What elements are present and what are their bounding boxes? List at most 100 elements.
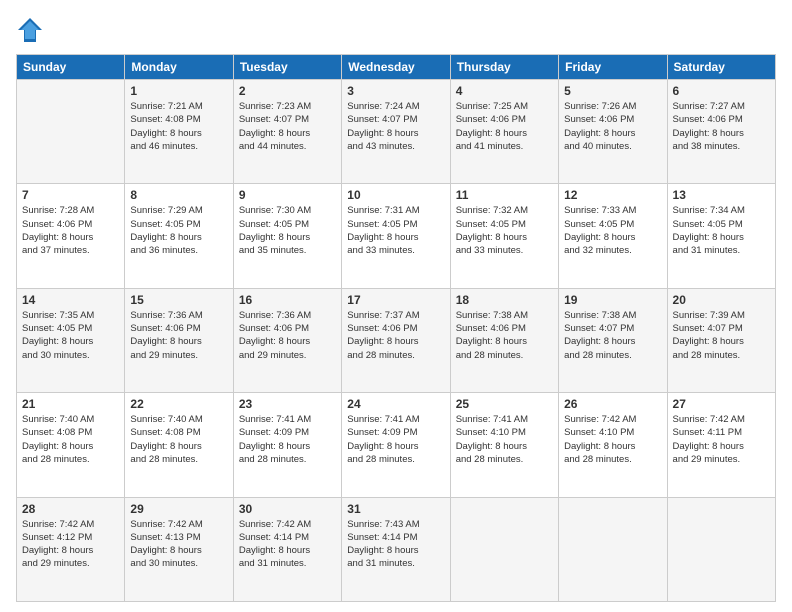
calendar-cell: 8 Sunrise: 7:29 AM Sunset: 4:05 PM Daylig… xyxy=(125,184,233,288)
calendar-cell: 17 Sunrise: 7:37 AM Sunset: 4:06 PM Dayli… xyxy=(342,288,450,392)
calendar-cell: 2Sunrise: 7:23 AM Sunset: 4:07 PM Daylig… xyxy=(233,80,341,184)
day-info: Sunrise: 7:40 AM Sunset: 4:08 PM Dayligh… xyxy=(130,413,227,466)
day-info: Sunrise: 7:42 AM Sunset: 4:11 PM Dayligh… xyxy=(673,413,770,466)
day-info: Sunrise: 7:34 AM Sunset: 4:05 PM Dayligh… xyxy=(673,204,770,257)
day-info: Sunrise: 7:38 AM Sunset: 4:07 PM Dayligh… xyxy=(564,309,661,362)
day-number: 17 xyxy=(347,293,444,307)
calendar-week-row: 14 Sunrise: 7:35 AM Sunset: 4:05 PM Dayli… xyxy=(17,288,776,392)
day-info: Sunrise: 7:24 AM Sunset: 4:07 PM Dayligh… xyxy=(347,100,444,153)
day-number: 28 xyxy=(22,502,119,516)
day-number: 7 xyxy=(22,188,119,202)
calendar-cell: 11Sunrise: 7:32 AM Sunset: 4:05 PM Dayli… xyxy=(450,184,558,288)
day-number: 10 xyxy=(347,188,444,202)
day-info: Sunrise: 7:36 AM Sunset: 4:06 PM Dayligh… xyxy=(130,309,227,362)
weekday-header: Monday xyxy=(125,55,233,80)
weekday-header: Wednesday xyxy=(342,55,450,80)
calendar-cell: 26 Sunrise: 7:42 AM Sunset: 4:10 PM Dayli… xyxy=(559,393,667,497)
calendar-cell: 9Sunrise: 7:30 AM Sunset: 4:05 PM Daylig… xyxy=(233,184,341,288)
day-number: 29 xyxy=(130,502,227,516)
weekday-header: Tuesday xyxy=(233,55,341,80)
calendar-week-row: 21 Sunrise: 7:40 AM Sunset: 4:08 PM Dayli… xyxy=(17,393,776,497)
logo xyxy=(16,16,46,44)
day-number: 15 xyxy=(130,293,227,307)
day-info: Sunrise: 7:41 AM Sunset: 4:09 PM Dayligh… xyxy=(347,413,444,466)
day-info: Sunrise: 7:42 AM Sunset: 4:10 PM Dayligh… xyxy=(564,413,661,466)
calendar-cell: 25 Sunrise: 7:41 AM Sunset: 4:10 PM Dayli… xyxy=(450,393,558,497)
calendar-cell: 27 Sunrise: 7:42 AM Sunset: 4:11 PM Dayli… xyxy=(667,393,775,497)
calendar-cell: 1 Sunrise: 7:21 AM Sunset: 4:08 PM Daylig… xyxy=(125,80,233,184)
calendar-cell: 7 Sunrise: 7:28 AM Sunset: 4:06 PM Daylig… xyxy=(17,184,125,288)
day-number: 27 xyxy=(673,397,770,411)
calendar-container: SundayMondayTuesdayWednesdayThursdayFrid… xyxy=(0,0,792,612)
day-info: Sunrise: 7:42 AM Sunset: 4:12 PM Dayligh… xyxy=(22,518,119,571)
day-number: 1 xyxy=(130,84,227,98)
day-number: 23 xyxy=(239,397,336,411)
calendar-cell: 15 Sunrise: 7:36 AM Sunset: 4:06 PM Dayli… xyxy=(125,288,233,392)
calendar-cell: 4Sunrise: 7:25 AM Sunset: 4:06 PM Daylig… xyxy=(450,80,558,184)
calendar-cell: 10 Sunrise: 7:31 AM Sunset: 4:05 PM Dayli… xyxy=(342,184,450,288)
day-number: 14 xyxy=(22,293,119,307)
day-info: Sunrise: 7:41 AM Sunset: 4:09 PM Dayligh… xyxy=(239,413,336,466)
calendar-week-row: 1 Sunrise: 7:21 AM Sunset: 4:08 PM Daylig… xyxy=(17,80,776,184)
day-info: Sunrise: 7:43 AM Sunset: 4:14 PM Dayligh… xyxy=(347,518,444,571)
day-info: Sunrise: 7:28 AM Sunset: 4:06 PM Dayligh… xyxy=(22,204,119,257)
weekday-header: Thursday xyxy=(450,55,558,80)
calendar-cell: 19 Sunrise: 7:38 AM Sunset: 4:07 PM Dayli… xyxy=(559,288,667,392)
calendar-cell: 14 Sunrise: 7:35 AM Sunset: 4:05 PM Dayli… xyxy=(17,288,125,392)
calendar-cell: 23 Sunrise: 7:41 AM Sunset: 4:09 PM Dayli… xyxy=(233,393,341,497)
calendar-cell: 12 Sunrise: 7:33 AM Sunset: 4:05 PM Dayli… xyxy=(559,184,667,288)
day-info: Sunrise: 7:23 AM Sunset: 4:07 PM Dayligh… xyxy=(239,100,336,153)
day-number: 21 xyxy=(22,397,119,411)
day-info: Sunrise: 7:41 AM Sunset: 4:10 PM Dayligh… xyxy=(456,413,553,466)
day-number: 5 xyxy=(564,84,661,98)
calendar-cell xyxy=(450,497,558,601)
day-number: 30 xyxy=(239,502,336,516)
day-info: Sunrise: 7:31 AM Sunset: 4:05 PM Dayligh… xyxy=(347,204,444,257)
day-info: Sunrise: 7:39 AM Sunset: 4:07 PM Dayligh… xyxy=(673,309,770,362)
day-info: Sunrise: 7:33 AM Sunset: 4:05 PM Dayligh… xyxy=(564,204,661,257)
weekday-header-row: SundayMondayTuesdayWednesdayThursdayFrid… xyxy=(17,55,776,80)
day-number: 12 xyxy=(564,188,661,202)
day-number: 3 xyxy=(347,84,444,98)
day-info: Sunrise: 7:26 AM Sunset: 4:06 PM Dayligh… xyxy=(564,100,661,153)
day-info: Sunrise: 7:42 AM Sunset: 4:13 PM Dayligh… xyxy=(130,518,227,571)
day-number: 22 xyxy=(130,397,227,411)
day-info: Sunrise: 7:35 AM Sunset: 4:05 PM Dayligh… xyxy=(22,309,119,362)
calendar-cell: 24 Sunrise: 7:41 AM Sunset: 4:09 PM Dayli… xyxy=(342,393,450,497)
calendar-cell: 18Sunrise: 7:38 AM Sunset: 4:06 PM Dayli… xyxy=(450,288,558,392)
day-number: 19 xyxy=(564,293,661,307)
day-info: Sunrise: 7:32 AM Sunset: 4:05 PM Dayligh… xyxy=(456,204,553,257)
day-info: Sunrise: 7:25 AM Sunset: 4:06 PM Dayligh… xyxy=(456,100,553,153)
calendar-table: SundayMondayTuesdayWednesdayThursdayFrid… xyxy=(16,54,776,602)
logo-icon xyxy=(16,16,44,44)
calendar-cell: 28 Sunrise: 7:42 AM Sunset: 4:12 PM Dayli… xyxy=(17,497,125,601)
calendar-cell: 30 Sunrise: 7:42 AM Sunset: 4:14 PM Dayli… xyxy=(233,497,341,601)
day-number: 24 xyxy=(347,397,444,411)
calendar-week-row: 28 Sunrise: 7:42 AM Sunset: 4:12 PM Dayli… xyxy=(17,497,776,601)
day-info: Sunrise: 7:37 AM Sunset: 4:06 PM Dayligh… xyxy=(347,309,444,362)
calendar-cell: 21Sunrise: 7:40 AM Sunset: 4:08 PM Dayli… xyxy=(17,393,125,497)
day-number: 6 xyxy=(673,84,770,98)
calendar-cell: 16Sunrise: 7:36 AM Sunset: 4:06 PM Dayli… xyxy=(233,288,341,392)
weekday-header: Friday xyxy=(559,55,667,80)
header xyxy=(16,16,776,44)
calendar-cell: 5 Sunrise: 7:26 AM Sunset: 4:06 PM Daylig… xyxy=(559,80,667,184)
calendar-cell: 13 Sunrise: 7:34 AM Sunset: 4:05 PM Dayli… xyxy=(667,184,775,288)
day-info: Sunrise: 7:21 AM Sunset: 4:08 PM Dayligh… xyxy=(130,100,227,153)
day-info: Sunrise: 7:29 AM Sunset: 4:05 PM Dayligh… xyxy=(130,204,227,257)
day-info: Sunrise: 7:42 AM Sunset: 4:14 PM Dayligh… xyxy=(239,518,336,571)
calendar-week-row: 7 Sunrise: 7:28 AM Sunset: 4:06 PM Daylig… xyxy=(17,184,776,288)
day-number: 26 xyxy=(564,397,661,411)
calendar-cell: 31 Sunrise: 7:43 AM Sunset: 4:14 PM Dayli… xyxy=(342,497,450,601)
day-info: Sunrise: 7:36 AM Sunset: 4:06 PM Dayligh… xyxy=(239,309,336,362)
day-number: 18 xyxy=(456,293,553,307)
calendar-cell: 6Sunrise: 7:27 AM Sunset: 4:06 PM Daylig… xyxy=(667,80,775,184)
day-number: 8 xyxy=(130,188,227,202)
day-number: 25 xyxy=(456,397,553,411)
day-number: 31 xyxy=(347,502,444,516)
calendar-cell: 3 Sunrise: 7:24 AM Sunset: 4:07 PM Daylig… xyxy=(342,80,450,184)
day-number: 13 xyxy=(673,188,770,202)
day-info: Sunrise: 7:30 AM Sunset: 4:05 PM Dayligh… xyxy=(239,204,336,257)
day-number: 20 xyxy=(673,293,770,307)
calendar-cell xyxy=(667,497,775,601)
